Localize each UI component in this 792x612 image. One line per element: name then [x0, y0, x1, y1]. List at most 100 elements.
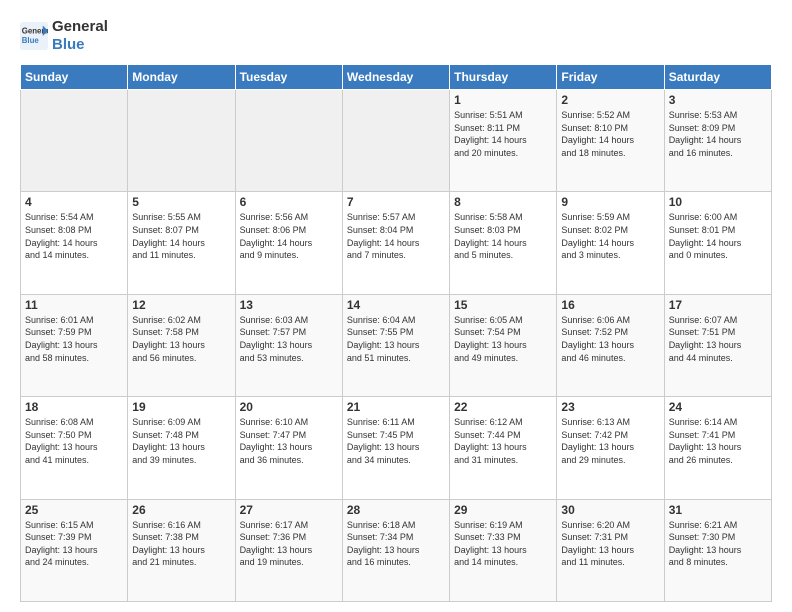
calendar-cell [128, 90, 235, 192]
day-number: 3 [669, 93, 767, 107]
calendar-cell: 25 Sunrise: 6:15 AM Sunset: 7:39 PM Dayli… [21, 499, 128, 601]
day-info: Sunrise: 6:10 AM Sunset: 7:47 PM Dayligh… [240, 416, 338, 466]
day-number: 13 [240, 298, 338, 312]
page: General Blue General Blue SundayMondayTu… [0, 0, 792, 612]
day-number: 11 [25, 298, 123, 312]
header: General Blue General Blue [20, 18, 772, 54]
day-number: 24 [669, 400, 767, 414]
day-info: Sunrise: 6:14 AM Sunset: 7:41 PM Dayligh… [669, 416, 767, 466]
day-info: Sunrise: 6:21 AM Sunset: 7:30 PM Dayligh… [669, 519, 767, 569]
calendar-cell: 6 Sunrise: 5:56 AM Sunset: 8:06 PM Daylig… [235, 192, 342, 294]
calendar-week-row: 11 Sunrise: 6:01 AM Sunset: 7:59 PM Dayli… [21, 294, 772, 396]
day-number: 16 [561, 298, 659, 312]
day-number: 21 [347, 400, 445, 414]
day-number: 8 [454, 195, 552, 209]
day-number: 31 [669, 503, 767, 517]
day-number: 6 [240, 195, 338, 209]
day-number: 19 [132, 400, 230, 414]
weekday-row: SundayMondayTuesdayWednesdayThursdayFrid… [21, 65, 772, 90]
calendar-cell [342, 90, 449, 192]
weekday-header: Friday [557, 65, 664, 90]
day-number: 5 [132, 195, 230, 209]
day-info: Sunrise: 6:12 AM Sunset: 7:44 PM Dayligh… [454, 416, 552, 466]
svg-text:Blue: Blue [22, 36, 40, 45]
calendar-cell: 11 Sunrise: 6:01 AM Sunset: 7:59 PM Dayli… [21, 294, 128, 396]
day-info: Sunrise: 5:54 AM Sunset: 8:08 PM Dayligh… [25, 211, 123, 261]
calendar-cell: 30 Sunrise: 6:20 AM Sunset: 7:31 PM Dayli… [557, 499, 664, 601]
weekday-header: Sunday [21, 65, 128, 90]
day-info: Sunrise: 6:00 AM Sunset: 8:01 PM Dayligh… [669, 211, 767, 261]
calendar-cell: 29Sunrise: 6:19 AM Sunset: 7:33 PM Dayli… [450, 499, 557, 601]
calendar-cell: 28Sunrise: 6:18 AM Sunset: 7:34 PM Dayli… [342, 499, 449, 601]
day-number: 17 [669, 298, 767, 312]
calendar-cell: 15Sunrise: 6:05 AM Sunset: 7:54 PM Dayli… [450, 294, 557, 396]
logo: General Blue General Blue [20, 18, 108, 54]
day-number: 28 [347, 503, 445, 517]
calendar-cell: 31 Sunrise: 6:21 AM Sunset: 7:30 PM Dayli… [664, 499, 771, 601]
day-info: Sunrise: 6:07 AM Sunset: 7:51 PM Dayligh… [669, 314, 767, 364]
calendar-cell: 16 Sunrise: 6:06 AM Sunset: 7:52 PM Dayli… [557, 294, 664, 396]
calendar-cell: 2Sunrise: 5:52 AM Sunset: 8:10 PM Daylig… [557, 90, 664, 192]
day-info: Sunrise: 6:03 AM Sunset: 7:57 PM Dayligh… [240, 314, 338, 364]
day-info: Sunrise: 5:52 AM Sunset: 8:10 PM Dayligh… [561, 109, 659, 159]
day-info: Sunrise: 6:16 AM Sunset: 7:38 PM Dayligh… [132, 519, 230, 569]
day-number: 30 [561, 503, 659, 517]
day-info: Sunrise: 6:17 AM Sunset: 7:36 PM Dayligh… [240, 519, 338, 569]
calendar-cell: 5Sunrise: 5:55 AM Sunset: 8:07 PM Daylig… [128, 192, 235, 294]
day-number: 20 [240, 400, 338, 414]
calendar-week-row: 25 Sunrise: 6:15 AM Sunset: 7:39 PM Dayli… [21, 499, 772, 601]
day-number: 10 [669, 195, 767, 209]
day-number: 25 [25, 503, 123, 517]
logo-icon: General Blue [20, 22, 48, 50]
day-number: 9 [561, 195, 659, 209]
day-number: 18 [25, 400, 123, 414]
weekday-header: Saturday [664, 65, 771, 90]
day-info: Sunrise: 6:02 AM Sunset: 7:58 PM Dayligh… [132, 314, 230, 364]
calendar-cell: 17 Sunrise: 6:07 AM Sunset: 7:51 PM Dayli… [664, 294, 771, 396]
calendar-cell: 14Sunrise: 6:04 AM Sunset: 7:55 PM Dayli… [342, 294, 449, 396]
calendar-cell: 10 Sunrise: 6:00 AM Sunset: 8:01 PM Dayli… [664, 192, 771, 294]
calendar-cell: 26 Sunrise: 6:16 AM Sunset: 7:38 PM Dayli… [128, 499, 235, 601]
day-info: Sunrise: 6:20 AM Sunset: 7:31 PM Dayligh… [561, 519, 659, 569]
day-info: Sunrise: 5:58 AM Sunset: 8:03 PM Dayligh… [454, 211, 552, 261]
calendar-cell: 21 Sunrise: 6:11 AM Sunset: 7:45 PM Dayli… [342, 397, 449, 499]
calendar-cell: 3 Sunrise: 5:53 AM Sunset: 8:09 PM Daylig… [664, 90, 771, 192]
day-number: 26 [132, 503, 230, 517]
day-info: Sunrise: 6:11 AM Sunset: 7:45 PM Dayligh… [347, 416, 445, 466]
calendar-cell [21, 90, 128, 192]
day-number: 29 [454, 503, 552, 517]
day-info: Sunrise: 6:13 AM Sunset: 7:42 PM Dayligh… [561, 416, 659, 466]
calendar-cell: 9 Sunrise: 5:59 AM Sunset: 8:02 PM Daylig… [557, 192, 664, 294]
calendar-cell: 19 Sunrise: 6:09 AM Sunset: 7:48 PM Dayli… [128, 397, 235, 499]
day-info: Sunrise: 6:09 AM Sunset: 7:48 PM Dayligh… [132, 416, 230, 466]
day-info: Sunrise: 6:04 AM Sunset: 7:55 PM Dayligh… [347, 314, 445, 364]
calendar-cell: 7Sunrise: 5:57 AM Sunset: 8:04 PM Daylig… [342, 192, 449, 294]
weekday-header: Tuesday [235, 65, 342, 90]
day-number: 23 [561, 400, 659, 414]
calendar-cell: 22 Sunrise: 6:12 AM Sunset: 7:44 PM Dayli… [450, 397, 557, 499]
day-info: Sunrise: 6:01 AM Sunset: 7:59 PM Dayligh… [25, 314, 123, 364]
weekday-header: Monday [128, 65, 235, 90]
day-number: 4 [25, 195, 123, 209]
day-info: Sunrise: 5:59 AM Sunset: 8:02 PM Dayligh… [561, 211, 659, 261]
day-info: Sunrise: 5:56 AM Sunset: 8:06 PM Dayligh… [240, 211, 338, 261]
day-info: Sunrise: 6:15 AM Sunset: 7:39 PM Dayligh… [25, 519, 123, 569]
calendar-week-row: 1Sunrise: 5:51 AM Sunset: 8:11 PM Daylig… [21, 90, 772, 192]
calendar: SundayMondayTuesdayWednesdayThursdayFrid… [20, 64, 772, 602]
calendar-cell: 24 Sunrise: 6:14 AM Sunset: 7:41 PM Dayli… [664, 397, 771, 499]
day-info: Sunrise: 5:53 AM Sunset: 8:09 PM Dayligh… [669, 109, 767, 159]
day-info: Sunrise: 5:57 AM Sunset: 8:04 PM Dayligh… [347, 211, 445, 261]
calendar-cell: 20 Sunrise: 6:10 AM Sunset: 7:47 PM Dayli… [235, 397, 342, 499]
calendar-body: 1Sunrise: 5:51 AM Sunset: 8:11 PM Daylig… [21, 90, 772, 602]
calendar-cell: 1Sunrise: 5:51 AM Sunset: 8:11 PM Daylig… [450, 90, 557, 192]
calendar-cell [235, 90, 342, 192]
day-number: 12 [132, 298, 230, 312]
calendar-cell: 18Sunrise: 6:08 AM Sunset: 7:50 PM Dayli… [21, 397, 128, 499]
logo-text: General Blue [52, 18, 108, 54]
calendar-cell: 4 Sunrise: 5:54 AM Sunset: 8:08 PM Daylig… [21, 192, 128, 294]
day-number: 27 [240, 503, 338, 517]
day-info: Sunrise: 6:06 AM Sunset: 7:52 PM Dayligh… [561, 314, 659, 364]
day-number: 22 [454, 400, 552, 414]
weekday-header: Thursday [450, 65, 557, 90]
calendar-cell: 27 Sunrise: 6:17 AM Sunset: 7:36 PM Dayli… [235, 499, 342, 601]
